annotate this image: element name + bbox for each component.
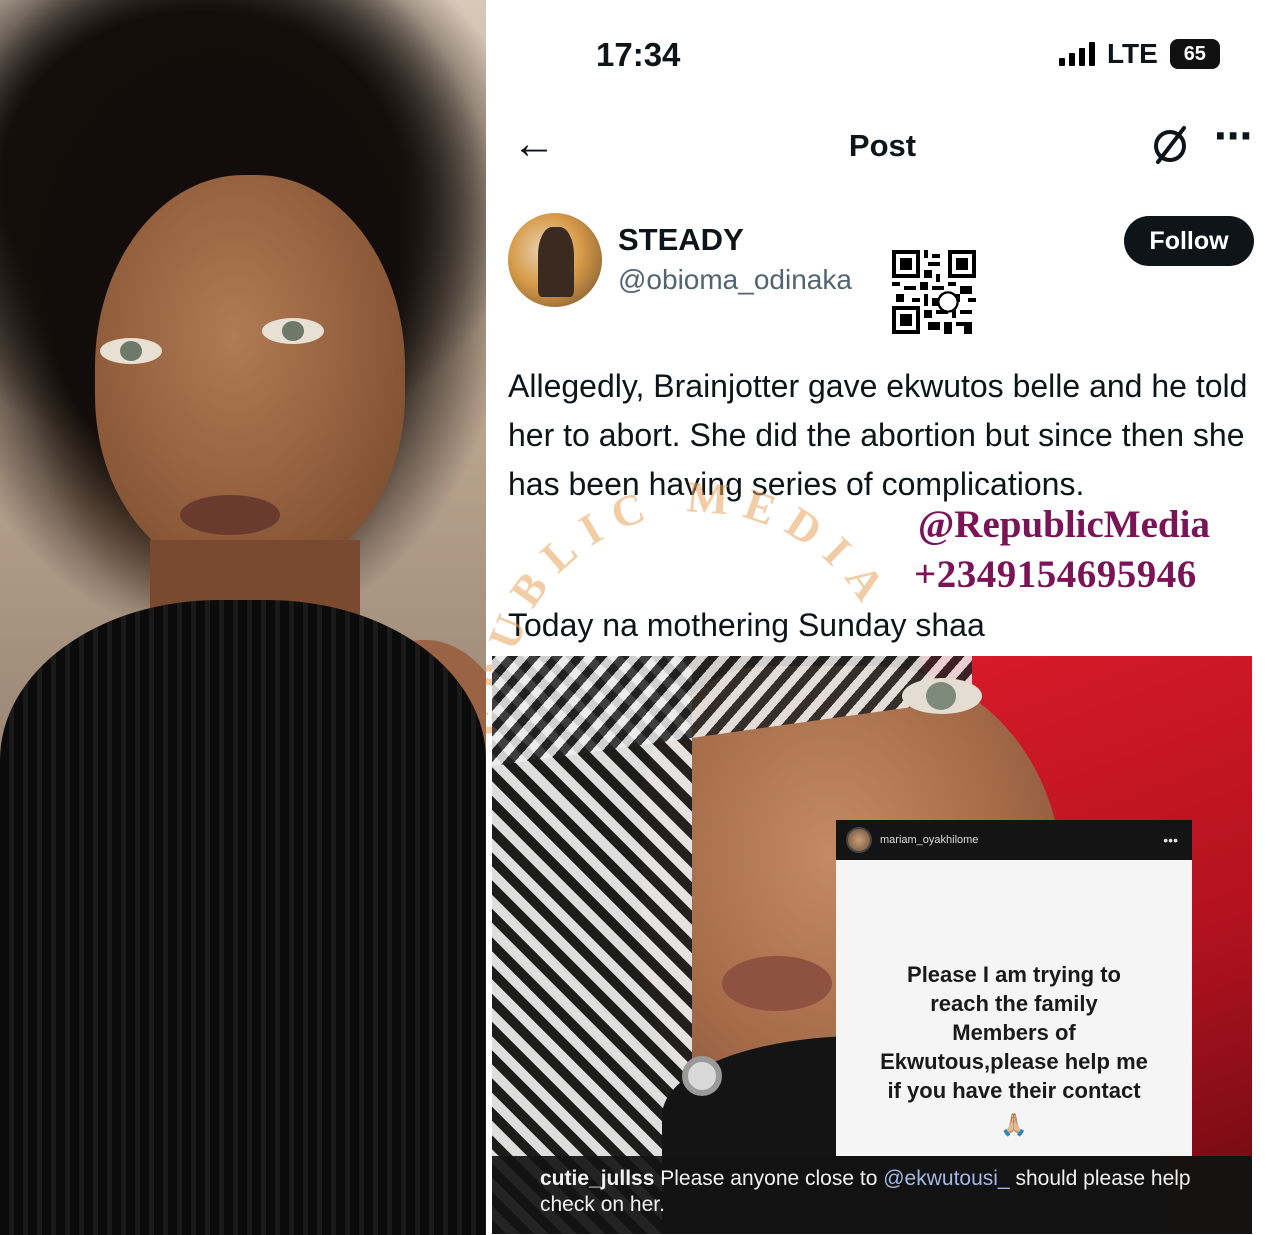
photo-right-eye [262, 318, 324, 344]
qr-code-icon [892, 250, 976, 334]
photo-lips [180, 495, 280, 535]
story-username: mariam_oyakhilome [880, 834, 979, 846]
story-line: Ekwutous,please help me [880, 1049, 1148, 1074]
status-indicators: LTE 65 [1059, 38, 1220, 70]
signal-icon [1059, 42, 1095, 66]
author-handle[interactable]: @obioma_odinaka [618, 264, 852, 296]
caption-username[interactable]: cutie_jullss [540, 1167, 654, 1190]
follow-button[interactable]: Follow [1124, 216, 1254, 266]
media-jacket-button [682, 1056, 722, 1096]
post-text: Allegedly, Brainjotter gave ekwutos bell… [508, 368, 1248, 502]
avatar[interactable] [508, 213, 602, 307]
photo-left-eye [100, 338, 162, 364]
ellipsis-icon[interactable]: ⋯ [1214, 114, 1252, 159]
watermark-handle: @RepublicMedia [918, 503, 1210, 546]
story-line: reach the family [930, 991, 1098, 1016]
media-eye [902, 678, 982, 714]
post-text-secondary: Today na mothering Sunday shaa [508, 607, 985, 643]
battery-icon: 65 [1169, 39, 1220, 69]
slash-circle-icon[interactable] [1146, 120, 1194, 168]
media-caption: cutie_jullss Please anyone close to @ekw… [492, 1156, 1252, 1234]
post-media-image[interactable]: mariam_oyakhilome ••• Please I am trying… [492, 656, 1252, 1234]
praying-hands-icon: 🙏🏼 [1000, 1112, 1028, 1137]
post-header: ← Post ⋯ [486, 110, 1279, 180]
story-message: Please I am trying to reach the family M… [836, 960, 1192, 1105]
post-screenshot: 17:34 LTE 65 ← Post ⋯ STEADY @obioma_odi… [486, 0, 1279, 1235]
story-header: mariam_oyakhilome ••• [836, 820, 1192, 860]
story-line: if you have their contact [887, 1078, 1141, 1103]
network-label: LTE [1107, 38, 1158, 69]
story-more-icon[interactable]: ••• [1163, 832, 1178, 848]
instagram-story-card: mariam_oyakhilome ••• Please I am trying… [836, 820, 1192, 1156]
watermark-phone: +2349154695946 [914, 553, 1197, 596]
story-avatar [846, 827, 872, 853]
media-lips [722, 956, 832, 1011]
portrait-photo [0, 0, 486, 1235]
story-line: Members of [952, 1020, 1076, 1045]
status-time: 17:34 [596, 36, 681, 73]
caption-mention[interactable]: @ekwutousi_ [883, 1167, 1009, 1190]
author-name[interactable]: STEADY [618, 222, 744, 258]
photo-black-top [0, 600, 486, 1235]
caption-text: Please anyone close to [660, 1167, 878, 1190]
story-line: Please I am trying to [907, 962, 1121, 987]
